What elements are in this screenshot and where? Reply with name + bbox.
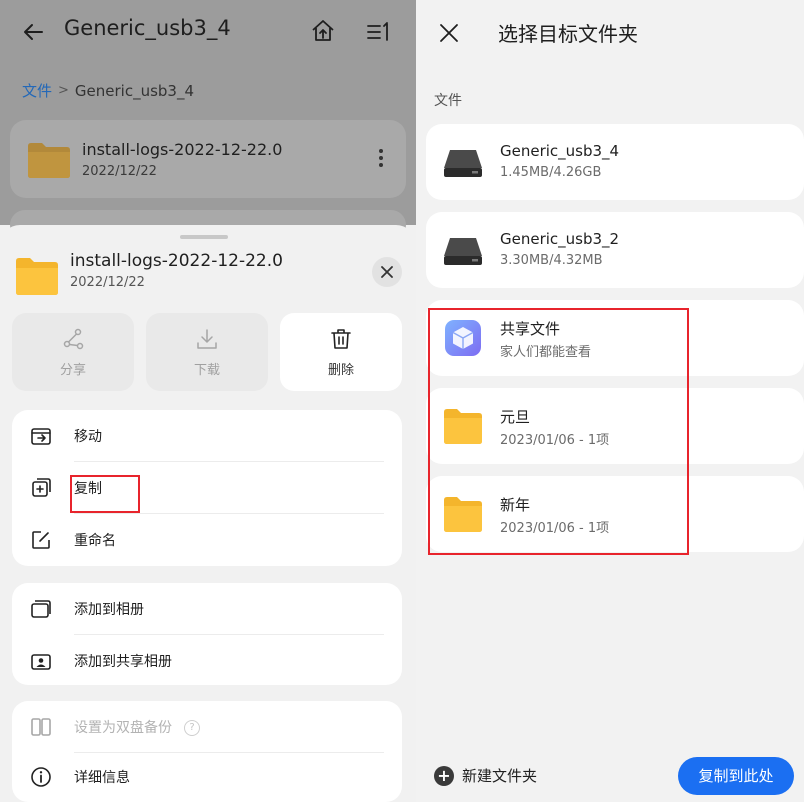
more-operations-group: 设置为双盘备份? 详细信息 <box>12 701 402 802</box>
help-icon[interactable]: ? <box>184 720 200 736</box>
shared-album-icon <box>30 650 52 672</box>
download-button[interactable]: 下载 <box>146 313 268 391</box>
download-label: 下载 <box>193 363 220 378</box>
breadcrumb-root[interactable]: 文件 <box>22 80 52 101</box>
page-title: 选择目标文件夹 <box>498 22 638 46</box>
menu-item-label: 添加到相册 <box>74 602 144 618</box>
folder-icon <box>26 140 72 180</box>
close-sheet-button[interactable] <box>372 257 402 287</box>
top-bar: Generic_usb3_4 <box>0 0 416 64</box>
download-icon <box>195 327 219 351</box>
rename-icon <box>30 529 52 551</box>
file-name: install-logs-2022-12-22.0 <box>82 140 283 159</box>
copy-here-button[interactable]: 复制到此处 <box>678 757 794 795</box>
page-title: Generic_usb3_4 <box>64 16 231 40</box>
album-icon <box>30 598 52 620</box>
menu-item-label: 添加到共享相册 <box>74 654 172 670</box>
file-date: 2022/12/22 <box>82 164 157 179</box>
menu-item-move[interactable]: 移动 <box>12 410 402 462</box>
menu-item-add-to-album[interactable]: 添加到相册 <box>12 583 402 635</box>
highlight-box <box>70 475 140 513</box>
plus-icon: + <box>434 765 454 786</box>
menu-item-dual-disk-backup[interactable]: 设置为双盘备份? <box>12 701 402 753</box>
bottom-bar: + 新建文件夹 复制到此处 <box>416 748 804 802</box>
delete-label: 删除 <box>327 363 354 378</box>
destination-name: Generic_usb3_4 <box>500 142 620 160</box>
menu-item-label: 重命名 <box>74 533 116 549</box>
sheet-drag-handle[interactable] <box>180 235 228 239</box>
menu-item-label: 移动 <box>74 429 102 445</box>
album-operations-group: 添加到相册 添加到共享相册 <box>12 583 402 685</box>
info-icon <box>30 766 52 788</box>
drive-icon <box>442 142 484 182</box>
menu-item-label: 详细信息 <box>74 770 130 786</box>
move-icon <box>30 425 52 447</box>
new-folder-label: 新建文件夹 <box>462 767 538 785</box>
section-label: 文件 <box>434 93 462 109</box>
file-action-sheet: install-logs-2022-12-22.0 2022/12/22 分享 … <box>0 225 416 802</box>
dual-disk-backup-label: 设置为双盘备份 <box>74 720 172 736</box>
file-manager-panel: Generic_usb3_4 文件 > Generic_usb3_4 insta… <box>0 0 416 802</box>
back-arrow-icon[interactable] <box>22 20 46 44</box>
breadcrumb-separator: > <box>58 83 69 98</box>
sheet-file-name: install-logs-2022-12-22.0 <box>70 251 283 271</box>
sort-menu-icon[interactable] <box>366 20 392 44</box>
destination-usage: 1.45MB/4.26GB <box>500 165 602 180</box>
share-label: 分享 <box>59 363 86 378</box>
menu-item-rename[interactable]: 重命名 <box>12 514 402 566</box>
folder-icon <box>14 255 60 297</box>
destination-usage: 3.30MB/4.32MB <box>500 253 603 268</box>
menu-item-details[interactable]: 详细信息 <box>12 751 402 802</box>
sheet-file-date: 2022/12/22 <box>70 275 145 290</box>
menu-item-add-to-shared-album[interactable]: 添加到共享相册 <box>12 635 402 687</box>
more-options-icon[interactable] <box>378 147 384 169</box>
new-folder-button[interactable]: + 新建文件夹 <box>434 765 537 786</box>
home-upload-icon[interactable] <box>310 18 336 44</box>
delete-button[interactable]: 删除 <box>280 313 402 391</box>
highlight-box <box>428 308 689 555</box>
select-destination-panel: 选择目标文件夹 文件 Generic_usb3_4 1.45MB/4.26GB … <box>416 0 804 802</box>
breadcrumb: 文件 > Generic_usb3_4 <box>22 80 194 101</box>
destination-item[interactable]: Generic_usb3_2 3.30MB/4.32MB <box>426 212 804 288</box>
trash-icon <box>329 327 353 351</box>
destination-item[interactable]: Generic_usb3_4 1.45MB/4.26GB <box>426 124 804 200</box>
breadcrumb-current: Generic_usb3_4 <box>74 81 195 100</box>
destination-name: Generic_usb3_2 <box>500 230 620 248</box>
close-icon <box>381 266 393 278</box>
drive-icon <box>442 230 484 270</box>
file-list-item[interactable]: install-logs-2022-12-22.0 2022/12/22 <box>10 120 406 198</box>
share-button[interactable]: 分享 <box>12 313 134 391</box>
menu-item-label: 设置为双盘备份? <box>74 717 200 737</box>
dual-disk-icon <box>30 716 52 738</box>
close-icon[interactable] <box>438 22 460 44</box>
share-icon <box>61 327 85 351</box>
copy-icon <box>30 477 52 499</box>
